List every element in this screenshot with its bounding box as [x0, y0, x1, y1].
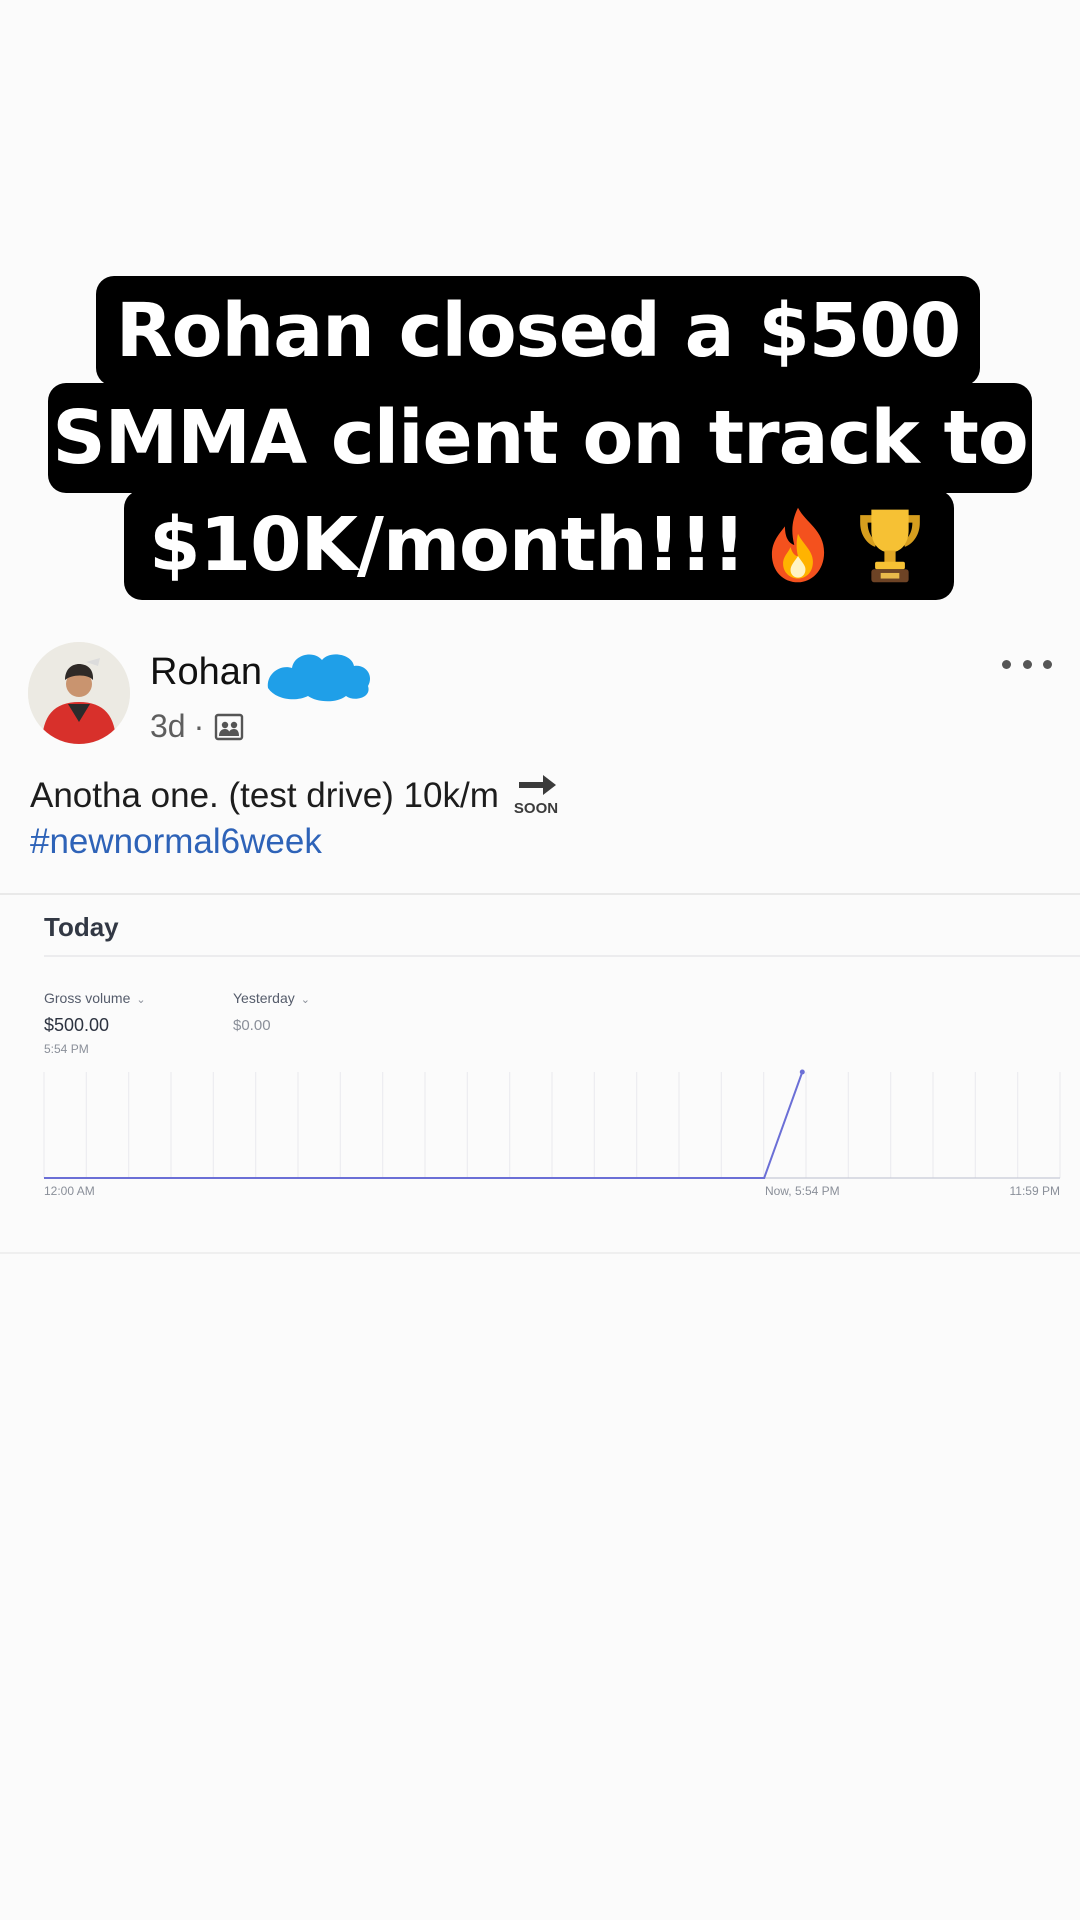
caption-text-2: SMMA client on track to	[52, 395, 1028, 481]
gross-volume-dropdown[interactable]: Gross volume ⌄	[44, 990, 146, 1006]
x-tick-label: 11:59 PM	[1010, 1184, 1060, 1198]
gross-volume-time: 5:54 PM	[44, 1042, 89, 1056]
x-tick-label: 12:00 AM	[44, 1184, 95, 1198]
caption-line-3: $10K/month!!!	[124, 490, 954, 600]
avatar-photo	[28, 642, 130, 744]
hashtag-link[interactable]: #newnormal6week	[30, 822, 322, 862]
meta-separator: ·	[193, 708, 205, 744]
trophy-emoji	[860, 509, 920, 583]
fire-emoji	[771, 507, 824, 583]
story-page: Rohan closed a $500 SMMA client on track…	[0, 0, 1080, 1920]
compare-period-value: $0.00	[233, 1017, 271, 1034]
post-divider	[0, 893, 1080, 895]
compare-period-dropdown[interactable]: Yesterday ⌄	[233, 990, 310, 1006]
dashboard-bottom-rule	[0, 1252, 1080, 1254]
more-dot-1	[1002, 659, 1011, 669]
post-meta: 3d ·	[150, 708, 244, 745]
series-point	[799, 1069, 805, 1075]
chevron-down-icon: ⌄	[136, 994, 146, 1006]
chevron-down-icon: ⌄	[300, 994, 310, 1006]
x-tick-label: Now, 5:54 PM	[765, 1184, 840, 1198]
dashboard-title: Today	[44, 912, 119, 942]
avatar[interactable]	[28, 642, 130, 744]
post-text: Anotha one. (test drive) 10k/m SOON	[30, 770, 559, 816]
more-options-button[interactable]	[1002, 652, 1052, 676]
post-age: 3d	[150, 708, 186, 744]
post-text-content: Anotha one. (test drive) 10k/m	[30, 776, 499, 815]
caption-text-1: Rohan closed a $500	[115, 288, 962, 374]
gross-volume-chart: 12:00 AM Now, 5:54 PM 11:59 PM	[43, 1069, 1061, 1198]
redaction-scribble	[267, 654, 371, 702]
series-line	[44, 1071, 804, 1179]
gross-volume-value: $500.00	[44, 1015, 110, 1035]
gross-volume-label: Gross volume	[44, 990, 131, 1006]
more-dot-3	[1043, 659, 1052, 669]
compare-period-label: Yesterday	[233, 990, 295, 1006]
soon-arrow-emoji: SOON	[514, 775, 558, 816]
author-name[interactable]: Rohan	[150, 651, 262, 694]
caption-line-1: Rohan closed a $500	[96, 276, 980, 386]
contacts-icon	[215, 713, 244, 740]
caption-text-3: $10K/month!!!	[149, 502, 746, 588]
more-dot-2	[1022, 659, 1032, 669]
dashboard-title-rule	[44, 955, 1080, 957]
caption-line-2: SMMA client on track to	[48, 383, 1032, 493]
soon-label: SOON	[514, 800, 558, 816]
